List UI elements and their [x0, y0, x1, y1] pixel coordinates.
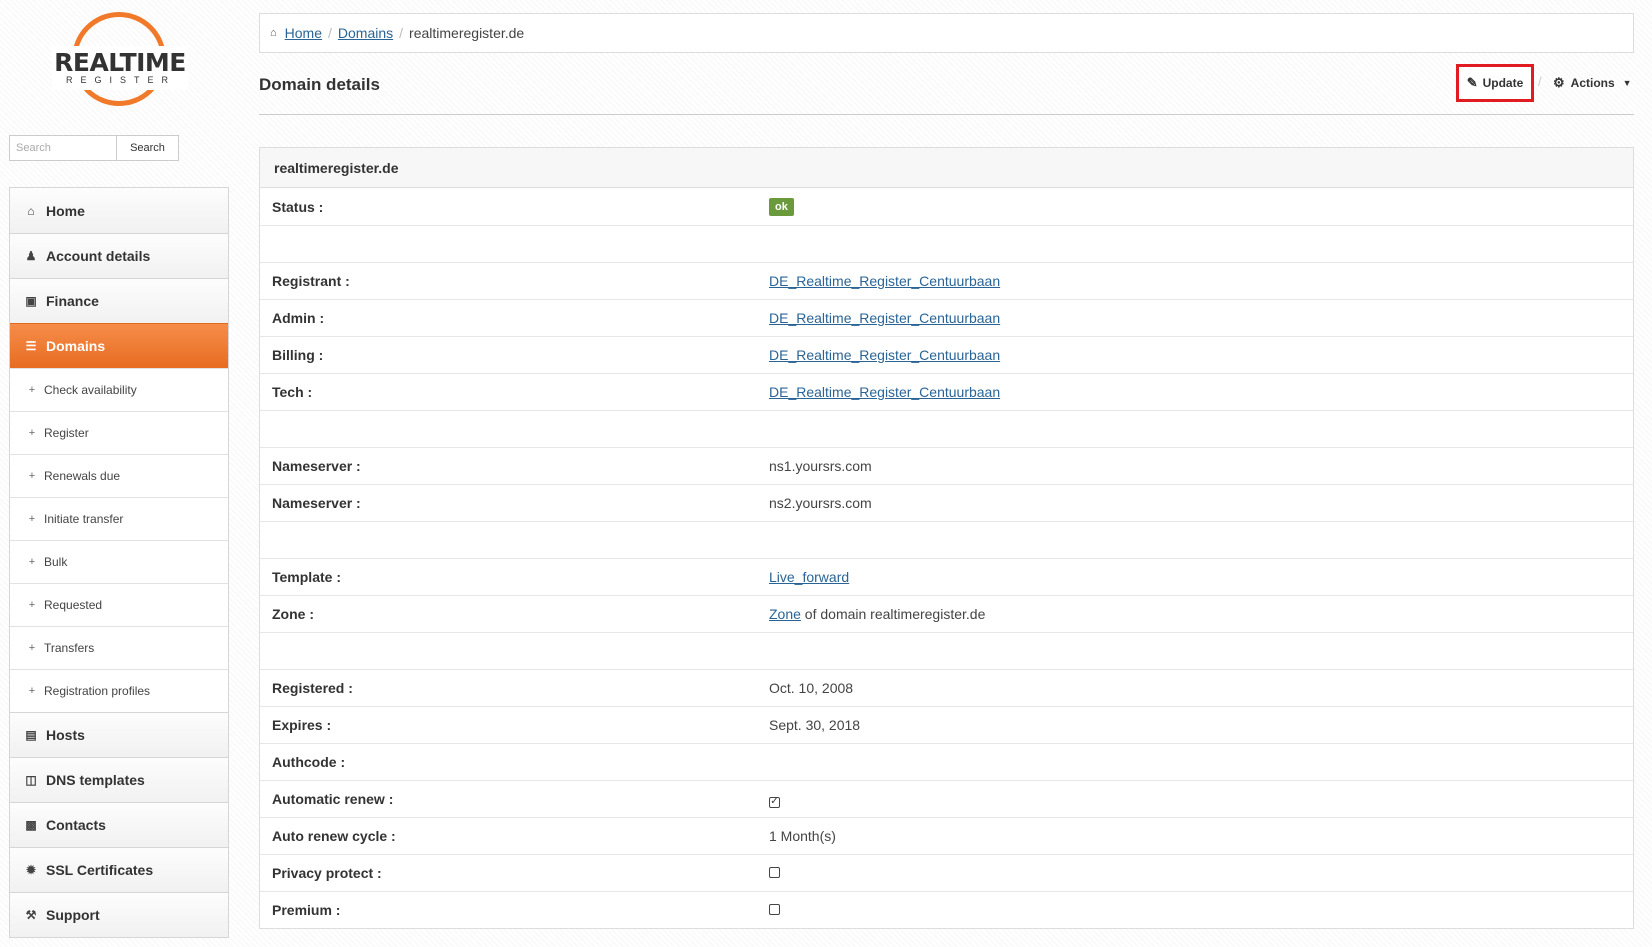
plus-icon: +: [28, 556, 36, 568]
page-title: Domain details: [259, 75, 380, 94]
domain-details-panel: realtimeregister.de Status : ok Registra…: [259, 147, 1634, 929]
search-button[interactable]: Search: [116, 135, 179, 161]
plus-icon: +: [28, 470, 36, 482]
detail-row-admin: Admin : DE_Realtime_Register_Centuurbaan: [260, 299, 1633, 336]
detail-row-zone: Zone : Zone of domain realtimeregister.d…: [260, 595, 1633, 632]
panel-header: realtimeregister.de: [260, 148, 1633, 188]
sidebar-item-finance[interactable]: ▣ Finance: [10, 278, 228, 323]
detail-row-tech: Tech : DE_Realtime_Register_Centuurbaan: [260, 373, 1633, 410]
zone-link[interactable]: Zone: [769, 606, 801, 622]
billing-link[interactable]: DE_Realtime_Register_Centuurbaan: [769, 347, 1000, 363]
columns-icon: ◫: [25, 773, 37, 787]
list-icon: ☰: [25, 339, 37, 353]
sidebar-subitem-registration-profiles[interactable]: + Registration profiles: [10, 669, 228, 712]
sidebar-subitem-renewals-due[interactable]: + Renewals due: [10, 454, 228, 497]
sidebar-item-home[interactable]: ⌂ Home: [10, 188, 228, 233]
title-bar: Domain details ✎ Update / ⚙ Actions ▼: [259, 53, 1634, 115]
gear-icon: ⚙: [1553, 75, 1565, 90]
sidebar-item-account-details[interactable]: ♟ Account details: [10, 233, 228, 278]
plus-icon: +: [28, 384, 36, 396]
sidebar-item-label: DNS templates: [46, 772, 145, 788]
breadcrumb: ⌂ Home / Domains / realtimeregister.de: [259, 13, 1634, 53]
template-link[interactable]: Live_forward: [769, 569, 849, 585]
tech-link[interactable]: DE_Realtime_Register_Centuurbaan: [769, 384, 1000, 400]
update-button[interactable]: ✎ Update: [1456, 64, 1534, 102]
sidebar-item-label: Home: [46, 202, 85, 219]
certificate-icon: ✹: [25, 863, 37, 877]
sidebar-subitem-check-availability[interactable]: + Check availability: [10, 368, 228, 411]
automatic-renew-checkbox-checked-icon: ✓: [769, 795, 780, 808]
search-input[interactable]: [9, 135, 116, 161]
plus-icon: +: [28, 599, 36, 611]
home-icon: ⌂: [27, 203, 35, 218]
privacy-protect-checkbox-unchecked-icon: [769, 867, 780, 878]
sidebar-item-ssl-certificates[interactable]: ✹ SSL Certificates: [10, 847, 228, 892]
detail-row-billing: Billing : DE_Realtime_Register_Centuurba…: [260, 336, 1633, 373]
breadcrumb-home-link[interactable]: Home: [285, 25, 322, 41]
sidebar-item-support[interactable]: ⚒ Support: [10, 892, 228, 937]
detail-row-automatic-renew: Automatic renew : ✓: [260, 780, 1633, 817]
sidebar-item-hosts[interactable]: ▤ Hosts: [10, 712, 228, 757]
sidebar-item-label: Hosts: [46, 727, 85, 743]
sidebar-item-label: Support: [46, 907, 100, 923]
detail-row-nameserver-2: Nameserver : ns2.yoursrs.com: [260, 484, 1633, 521]
wrench-icon: ⚒: [25, 908, 37, 922]
caret-down-icon: ▼: [1622, 78, 1632, 88]
breadcrumb-domains-link[interactable]: Domains: [338, 25, 393, 41]
sidebar: REALTIME REGISTER Search ⌂ Home ♟ Accoun…: [0, 0, 240, 947]
realtime-register-logo[interactable]: REALTIME REGISTER: [52, 10, 188, 110]
detail-row-premium: Premium :: [260, 891, 1633, 928]
sidebar-subitem-register[interactable]: + Register: [10, 411, 228, 454]
sidebar-item-dns-templates[interactable]: ◫ DNS templates: [10, 757, 228, 802]
home-icon: ⌂: [270, 27, 277, 39]
registrant-link[interactable]: DE_Realtime_Register_Centuurbaan: [769, 273, 1000, 289]
sidebar-item-label: Finance: [46, 293, 99, 309]
detail-row-expires: Expires : Sept. 30, 2018: [260, 706, 1633, 743]
premium-checkbox-unchecked-icon: [769, 904, 780, 915]
book-icon: ▩: [25, 818, 37, 832]
logo-brand: REALTIME: [54, 48, 186, 77]
sidebar-item-label: SSL Certificates: [46, 862, 154, 878]
detail-row-status: Status : ok: [260, 188, 1633, 225]
plus-icon: +: [28, 685, 36, 697]
status-badge: ok: [769, 198, 794, 216]
sidebar-subitem-initiate-transfer[interactable]: + Initiate transfer: [10, 497, 228, 540]
admin-link[interactable]: DE_Realtime_Register_Centuurbaan: [769, 310, 1000, 326]
search-form: Search: [9, 135, 179, 161]
plus-icon: +: [28, 427, 36, 439]
main-content: ⌂ Home / Domains / realtimeregister.de D…: [259, 13, 1634, 929]
logo-sub: REGISTER: [65, 75, 176, 85]
detail-row-registered: Registered : Oct. 10, 2008: [260, 669, 1633, 706]
detail-row-auto-renew-cycle: Auto renew cycle : 1 Month(s): [260, 817, 1633, 854]
sidebar-subitem-bulk[interactable]: + Bulk: [10, 540, 228, 583]
actions-dropdown[interactable]: ⚙ Actions ▼: [1553, 64, 1632, 102]
detail-row-privacy-protect: Privacy protect :: [260, 854, 1633, 891]
sidebar-subitem-transfers[interactable]: + Transfers: [10, 626, 228, 669]
sidebar-item-contacts[interactable]: ▩ Contacts: [10, 802, 228, 847]
detail-row-authcode: Authcode :: [260, 743, 1633, 780]
sidebar-item-label: Account details: [46, 248, 151, 264]
zone-text: of domain realtimeregister.de: [800, 606, 986, 622]
hdd-icon: ▤: [25, 728, 37, 742]
detail-row-nameserver-1: Nameserver : ns1.yoursrs.com: [260, 447, 1633, 484]
detail-row-template: Template : Live_forward: [260, 558, 1633, 595]
sidebar-item-domains[interactable]: ☰ Domains: [10, 323, 228, 368]
breadcrumb-separator: /: [399, 25, 404, 41]
breadcrumb-separator: /: [328, 25, 332, 41]
sidebar-item-label: Contacts: [46, 817, 106, 833]
sidebar-item-label: Domains: [46, 338, 106, 354]
breadcrumb-current: realtimeregister.de: [409, 25, 525, 41]
plus-icon: +: [28, 513, 36, 525]
detail-row-registrant: Registrant : DE_Realtime_Register_Centuu…: [260, 262, 1633, 299]
sidebar-nav: ⌂ Home ♟ Account details ▣ Finance ☰ Dom…: [9, 187, 229, 938]
sidebar-subitem-requested[interactable]: + Requested: [10, 583, 228, 626]
money-icon: ▣: [25, 294, 37, 308]
user-icon: ♟: [25, 249, 37, 263]
toolbar-separator: /: [1538, 74, 1542, 89]
plus-icon: +: [28, 642, 36, 654]
edit-icon: ✎: [1466, 75, 1478, 90]
